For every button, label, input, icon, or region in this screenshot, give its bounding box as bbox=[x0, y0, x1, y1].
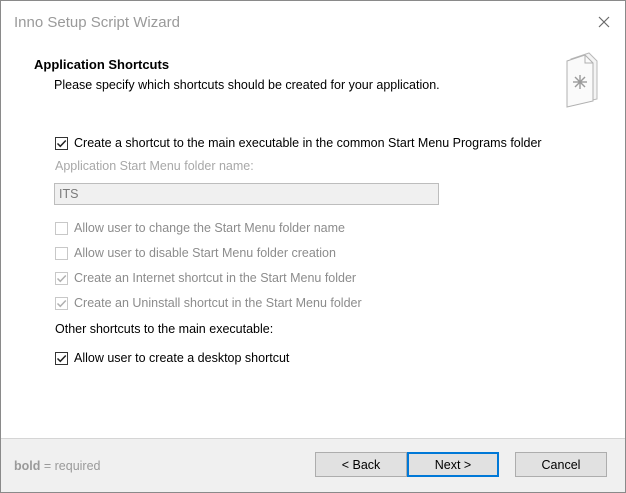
desktop-shortcut-option[interactable]: Allow user to create a desktop shortcut bbox=[55, 349, 289, 367]
close-icon bbox=[598, 16, 610, 28]
page-subtitle: Please specify which shortcuts should be… bbox=[54, 78, 440, 92]
internet-shortcut-option[interactable]: Create an Internet shortcut in the Start… bbox=[55, 269, 356, 287]
wizard-window: Inno Setup Script Wizard Application Sho… bbox=[0, 0, 626, 493]
desktop-shortcut-checkbox[interactable] bbox=[55, 351, 68, 365]
cancel-button[interactable]: Cancel bbox=[515, 452, 607, 477]
page-header: Application Shortcuts Please specify whi… bbox=[1, 45, 625, 113]
main-shortcut-option[interactable]: Create a shortcut to the main executable… bbox=[55, 134, 542, 152]
allow-disable-folder-checkbox[interactable] bbox=[55, 246, 68, 260]
checkmark-icon bbox=[56, 299, 67, 307]
uninstall-shortcut-checkbox[interactable] bbox=[55, 296, 68, 310]
allow-change-folder-label: Allow user to change the Start Menu fold… bbox=[74, 221, 345, 235]
page-title: Application Shortcuts bbox=[34, 57, 170, 72]
checkmark-icon bbox=[56, 354, 67, 362]
desktop-shortcut-label: Allow user to create a desktop shortcut bbox=[74, 351, 290, 365]
required-legend-text: = required bbox=[40, 459, 101, 473]
other-shortcuts-label: Other shortcuts to the main executable: bbox=[55, 322, 274, 336]
internet-shortcut-label: Create an Internet shortcut in the Start… bbox=[74, 271, 357, 285]
allow-change-folder-checkbox[interactable] bbox=[55, 221, 68, 235]
main-shortcut-checkbox[interactable] bbox=[55, 136, 68, 150]
back-button[interactable]: < Back bbox=[315, 452, 407, 477]
close-button[interactable] bbox=[595, 13, 613, 31]
title-bar: Inno Setup Script Wizard bbox=[1, 1, 625, 45]
allow-disable-folder-option[interactable]: Allow user to disable Start Menu folder … bbox=[55, 244, 336, 262]
checkmark-icon bbox=[56, 139, 67, 147]
uninstall-shortcut-label: Create an Uninstall shortcut in the Star… bbox=[74, 296, 362, 310]
required-legend: bold = required bbox=[14, 459, 101, 473]
checkmark-icon bbox=[56, 274, 67, 282]
main-shortcut-label: Create a shortcut to the main executable… bbox=[74, 136, 542, 150]
window-title: Inno Setup Script Wizard bbox=[14, 14, 180, 31]
allow-change-folder-option[interactable]: Allow user to change the Start Menu fold… bbox=[55, 219, 345, 237]
wizard-pages-icon bbox=[566, 52, 598, 108]
footer-bar: bold = required < Back Next > Cancel bbox=[1, 439, 625, 492]
folder-name-field[interactable]: ITS bbox=[54, 183, 439, 205]
allow-disable-folder-label: Allow user to disable Start Menu folder … bbox=[74, 246, 336, 260]
folder-name-label: Application Start Menu folder name: bbox=[55, 159, 254, 173]
uninstall-shortcut-option[interactable]: Create an Uninstall shortcut in the Star… bbox=[55, 294, 362, 312]
next-button[interactable]: Next > bbox=[407, 452, 499, 477]
internet-shortcut-checkbox[interactable] bbox=[55, 271, 68, 285]
required-legend-bold: bold bbox=[14, 459, 41, 473]
page-body: Create a shortcut to the main executable… bbox=[1, 113, 625, 438]
